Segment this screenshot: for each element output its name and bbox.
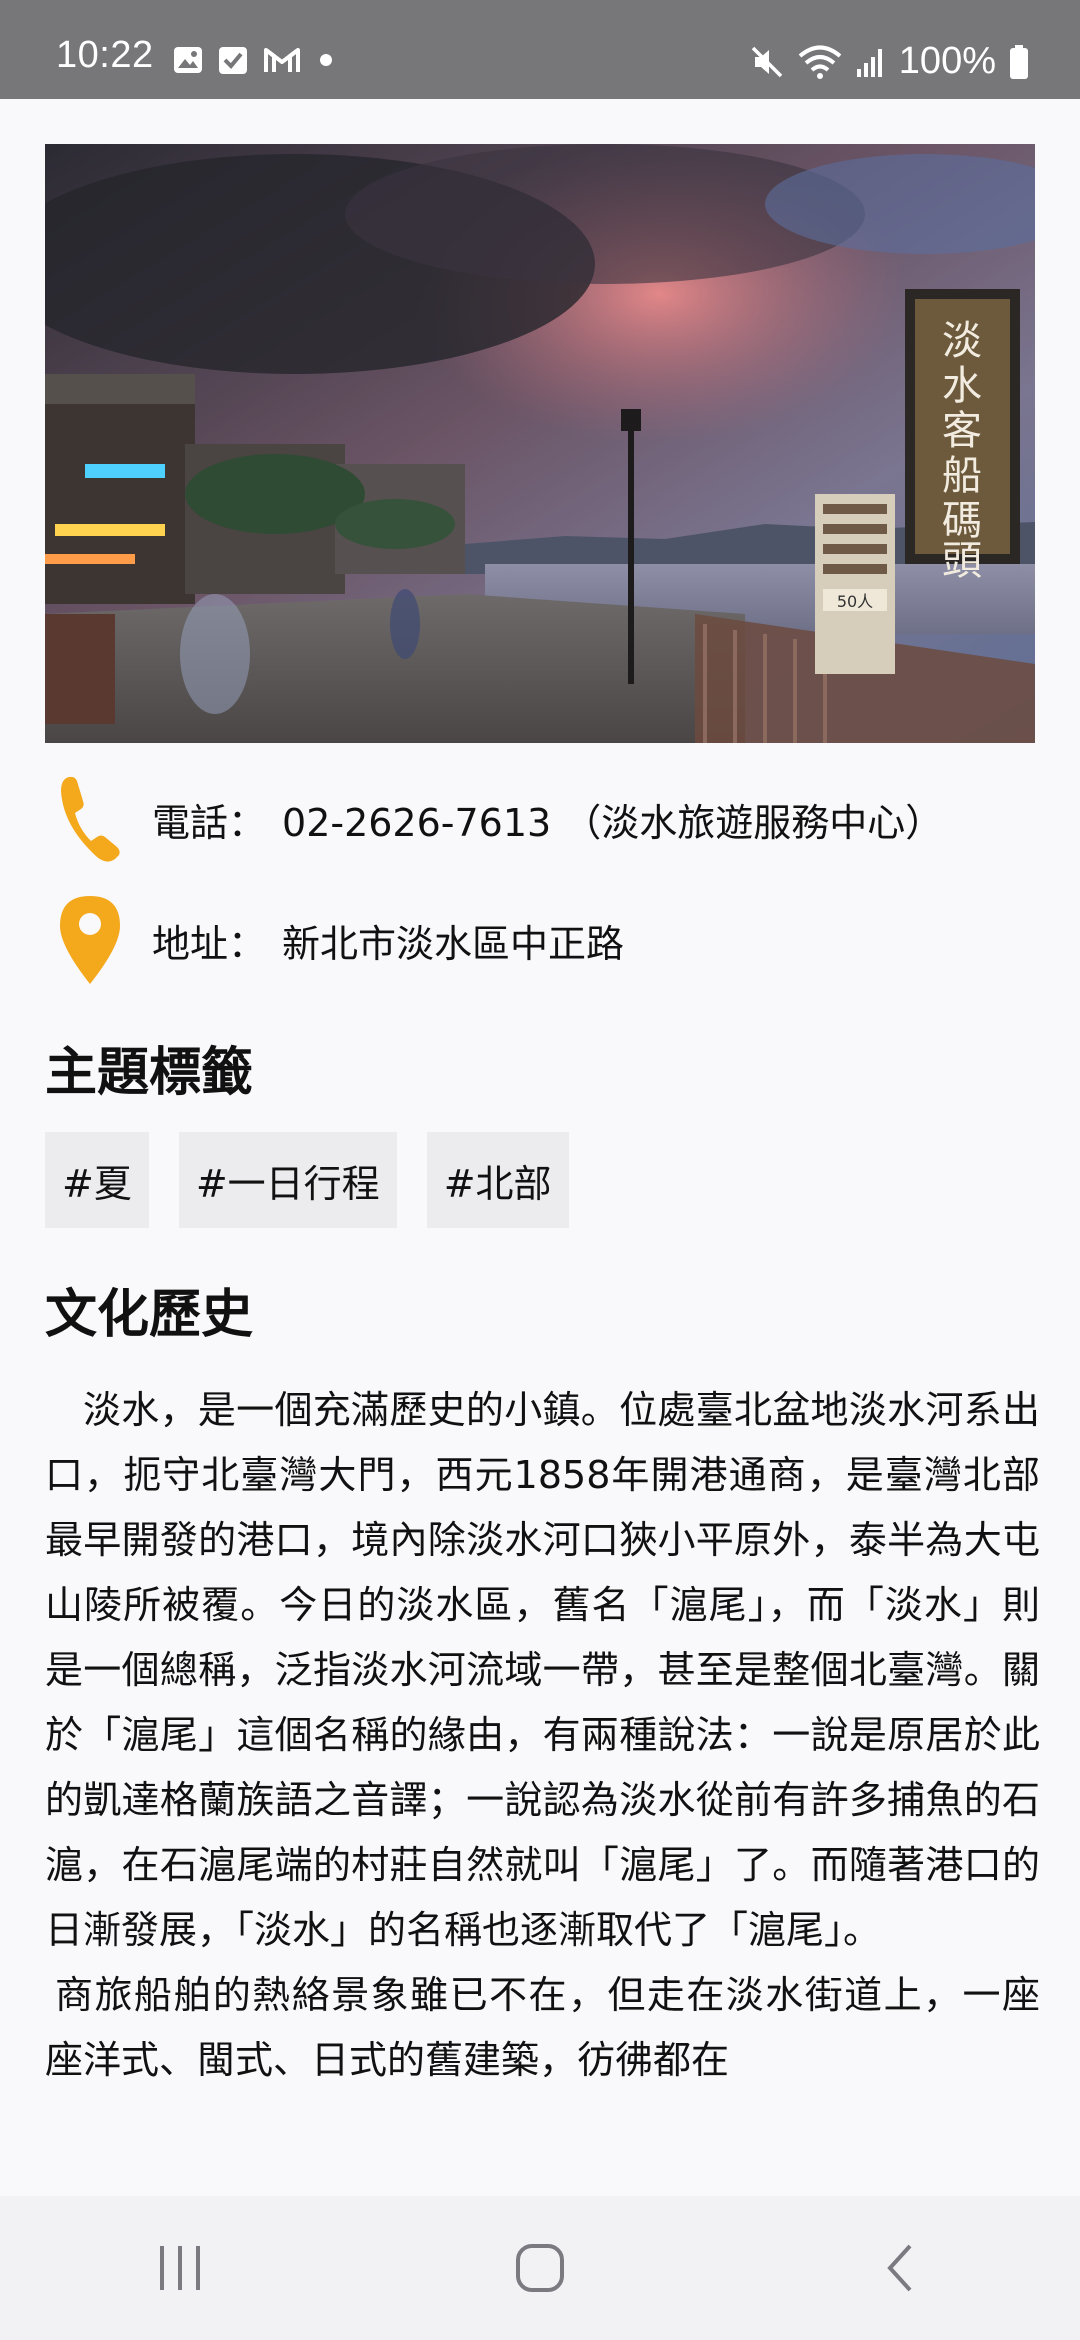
phone-icon	[45, 769, 135, 869]
tag-day-trip[interactable]: #一日行程	[178, 1132, 397, 1228]
history-paragraph: 商旅船舶的熱絡景象雖已不在，但走在淡水街道上，一座座洋式、閩式、日式的舊建築，彷…	[45, 1973, 1040, 2082]
phone-value[interactable]: 02-2626-7613 （淡水旅遊服務中心）	[282, 801, 943, 845]
tamsui-pier-photo: 淡 水 客 船 碼 頭 50人	[45, 144, 1035, 743]
hero-image: 淡 水 客 船 碼 頭 50人	[45, 144, 1035, 743]
home-icon	[516, 2244, 564, 2292]
phone-row[interactable]: 電話： 02-2626-7613 （淡水旅遊服務中心）	[45, 769, 1035, 869]
svg-text:船: 船	[942, 453, 982, 499]
tag-north[interactable]: #北部	[426, 1132, 569, 1228]
history-paragraph: 淡水，是一個充滿歷史的小鎮。位處臺北盆地淡水河系出口，扼守北臺灣大門，西元185…	[45, 1388, 1040, 1952]
svg-text:50人: 50人	[837, 592, 873, 611]
signal-icon	[856, 48, 882, 77]
status-time: 10:22	[56, 34, 154, 76]
recent-apps-button[interactable]	[80, 2196, 280, 2340]
svg-text:頭: 頭	[942, 538, 982, 584]
phone-label: 電話：	[152, 800, 267, 845]
check-icon	[219, 47, 247, 74]
battery-icon	[1010, 44, 1028, 79]
system-icons: 100%	[749, 40, 1030, 83]
recent-apps-icon	[160, 2246, 200, 2290]
history-section-title: 文化歷史	[45, 1285, 254, 1345]
tag-list: #夏 #一日行程 #北部	[45, 1132, 569, 1228]
svg-text:淡: 淡	[942, 318, 982, 364]
mute-icon	[751, 46, 783, 77]
svg-text:客: 客	[942, 408, 982, 454]
address-label: 地址：	[152, 921, 267, 966]
home-button[interactable]	[440, 2196, 640, 2340]
system-navigation-bar	[0, 2196, 1080, 2340]
notification-icons	[172, 44, 336, 76]
tags-section-title: 主題標籤	[45, 1043, 254, 1103]
address-row[interactable]: 地址： 新北市淡水區中正路	[45, 890, 1035, 990]
svg-text:水: 水	[942, 363, 982, 409]
address-value[interactable]: 新北市淡水區中正路	[282, 922, 624, 966]
dot-icon	[320, 54, 332, 66]
gmail-icon	[264, 48, 300, 72]
back-icon	[887, 2244, 912, 2292]
back-button[interactable]	[800, 2196, 1000, 2340]
status-bar: 10:22 100%	[0, 0, 1080, 99]
gallery-icon	[174, 47, 202, 73]
wifi-icon	[798, 45, 842, 79]
battery-level: 100%	[898, 40, 996, 82]
tag-summer[interactable]: #夏	[45, 1132, 149, 1228]
location-pin-icon	[45, 890, 135, 990]
history-article: 淡水，是一個充滿歷史的小鎮。位處臺北盆地淡水河系出口，扼守北臺灣大門，西元185…	[45, 1378, 1040, 2093]
